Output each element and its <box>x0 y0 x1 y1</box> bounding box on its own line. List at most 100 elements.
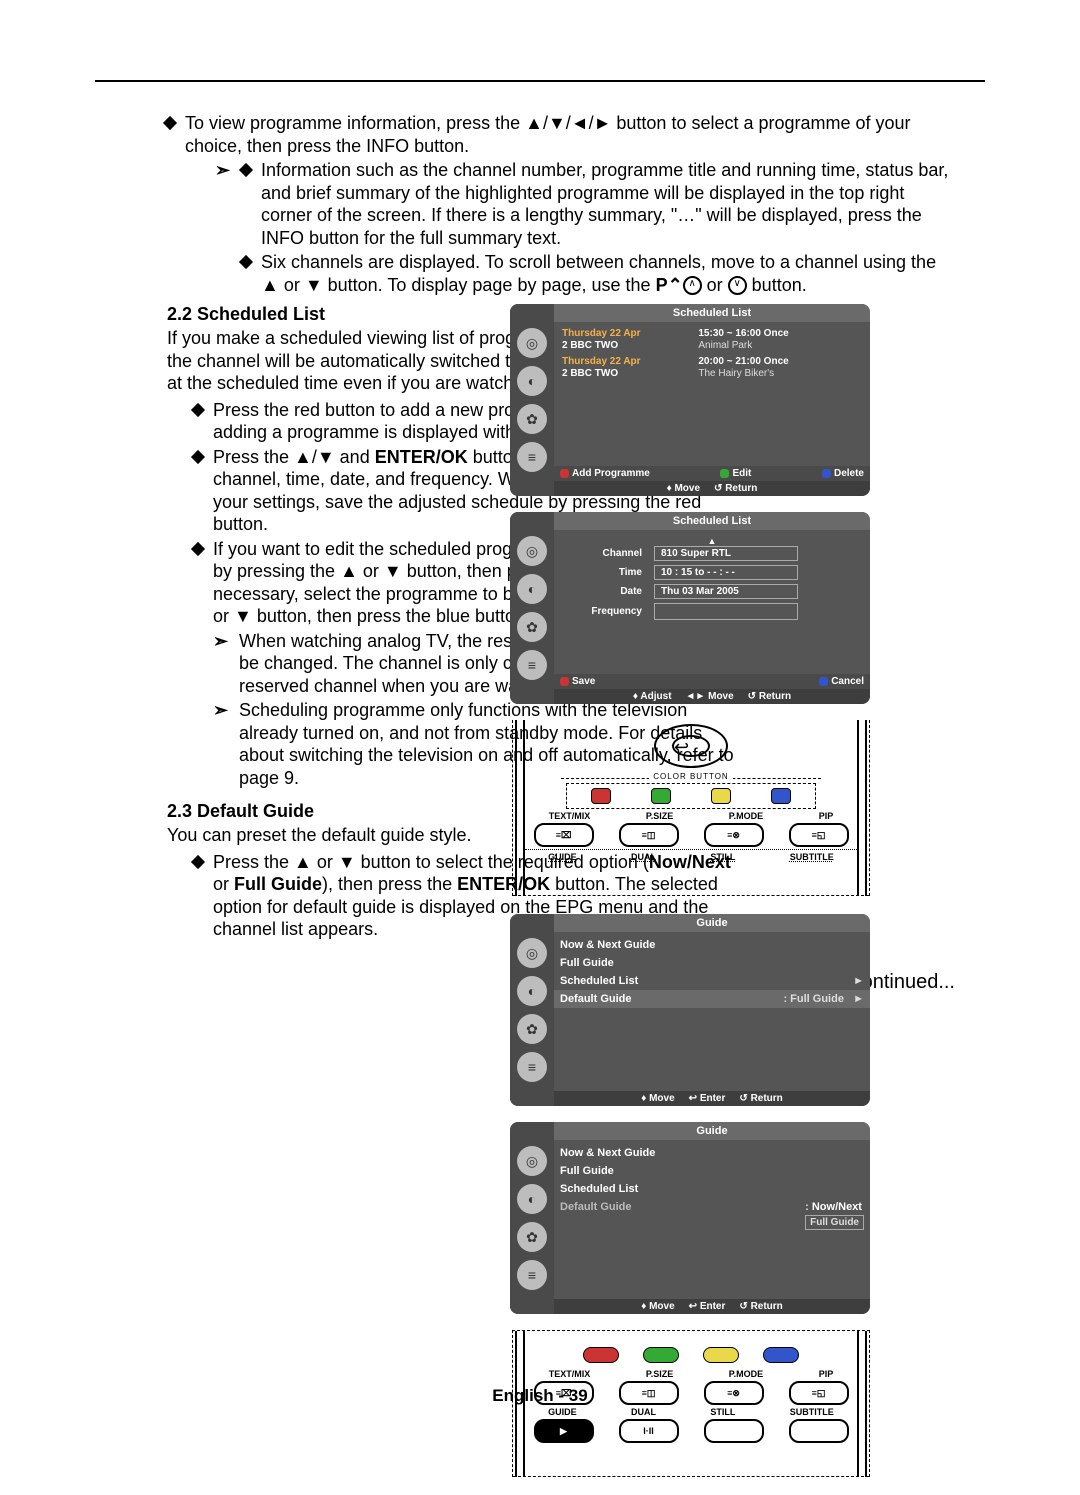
enter-label: Enter <box>700 1093 726 1104</box>
panel-title: Scheduled List <box>554 512 870 530</box>
return-label: Return <box>751 1301 783 1312</box>
guide-panel-1: ◎ ◐ ✿ ≡ Guide Now & Next Guide Full Guid… <box>510 914 870 1106</box>
default-guide-item: Default Guide <box>560 1201 632 1213</box>
remote-psize-button: ≡◫ <box>619 823 679 847</box>
date-value: Thu 03 Mar 2005 <box>654 584 798 599</box>
row0-day: Thursday 22 Apr <box>562 328 641 339</box>
date-label: Date <box>562 586 654 597</box>
sidebar-picture-icon: ◎ <box>517 938 547 968</box>
sidebar-sound-icon: ◐ <box>517 976 547 1006</box>
scheduled-list-edit-panel: ◎ ◐ ✿ ≡ Scheduled List ▲ Channel810 Supe… <box>510 512 870 704</box>
frequency-value <box>654 603 798 620</box>
dpad-ring-icon: ↩ <box>654 724 728 768</box>
sidebar-channel-icon: ✿ <box>517 1014 547 1044</box>
move-label: Move <box>649 1301 675 1312</box>
scroll-up-icon: ▲ <box>562 536 862 546</box>
remote-green-button <box>643 1347 679 1363</box>
row1-ch: 2 BBC TWO <box>562 368 618 379</box>
save-label: Save <box>572 676 595 687</box>
scheduled-list-item: Scheduled List <box>560 1183 638 1195</box>
row0-time: 15:30 ~ 16:00 Once <box>698 328 788 339</box>
remote-pip-label: PIP <box>819 1369 834 1379</box>
remote-still-button <box>704 1419 764 1443</box>
intro-sub1: Information such as the channel number, … <box>261 159 955 249</box>
move-label: Move <box>708 691 734 702</box>
delete-label: Delete <box>834 468 864 479</box>
remote-subtitle-label: SUBTITLE <box>790 1407 834 1417</box>
bullet-diamond-icon <box>191 449 205 463</box>
row1-time: 20:00 ~ 21:00 Once <box>698 356 788 367</box>
time-value: 10 : 15 to - - : - - <box>654 565 798 580</box>
option-full-guide: Full Guide <box>805 1215 864 1230</box>
remote-green-button <box>651 788 671 804</box>
return-label: Return <box>759 691 791 702</box>
red-dot-icon <box>560 677 569 686</box>
remote-pip-button: ≡◱ <box>789 823 849 847</box>
sidebar-picture-icon: ◎ <box>517 1146 547 1176</box>
remote-still-label: STILL <box>710 852 735 862</box>
remote-yellow-button <box>711 788 731 804</box>
sidebar-sound-icon: ◐ <box>517 366 547 396</box>
frequency-label: Frequency <box>562 606 654 617</box>
sidebar-setup-icon: ≡ <box>517 1260 547 1290</box>
remote-pip-label: PIP <box>819 811 834 821</box>
remote-dual-label: DUAL <box>631 1407 656 1417</box>
top-rule <box>95 80 985 82</box>
panel-title: Scheduled List <box>554 304 870 322</box>
sidebar-setup-icon: ≡ <box>517 1052 547 1082</box>
scheduled-list-panel: ◎ ◐ ✿ ≡ Scheduled List Thursday 22 Apr 2… <box>510 304 870 496</box>
guide-panel-2: ◎ ◐ ✿ ≡ Guide Now & Next Guide Full Guid… <box>510 1122 870 1314</box>
remote-pmode-label: P.MODE <box>729 1369 763 1379</box>
remote-still-label: STILL <box>710 1407 735 1417</box>
row0-prog: Animal Park <box>698 340 752 351</box>
full-guide-item: Full Guide <box>560 1165 614 1177</box>
bullet-diamond-icon <box>239 163 253 177</box>
channel-value: 810 Super RTL <box>654 546 798 561</box>
sidebar-sound-icon: ◐ <box>517 1184 547 1214</box>
remote-dual-button: I·II <box>619 1419 679 1443</box>
sidebar-setup-icon: ≡ <box>517 442 547 472</box>
remote-red-button <box>583 1347 619 1363</box>
sidebar-channel-icon: ✿ <box>517 612 547 642</box>
channel-label: Channel <box>562 548 654 559</box>
adjust-label: Adjust <box>640 691 671 702</box>
return-label: Return <box>751 1093 783 1104</box>
move-label: Move <box>674 483 700 494</box>
remote-guide-label: GUIDE <box>548 1407 577 1417</box>
sidebar-sound-icon: ◐ <box>517 574 547 604</box>
default-guide-value: : Full Guide <box>783 993 844 1005</box>
remote-textmix-label: TEXT/MIX <box>549 811 591 821</box>
bullet-diamond-icon <box>191 854 205 868</box>
move-label: Move <box>649 1093 675 1104</box>
remote-guide-button: ▶ <box>534 1419 594 1443</box>
edit-label: Edit <box>732 468 751 479</box>
remote-red-button <box>591 788 611 804</box>
default-guide-item: Default Guide <box>560 993 632 1005</box>
now-next-guide-item: Now & Next Guide <box>560 1147 655 1159</box>
remote-blue-button <box>771 788 791 804</box>
remote-dual-label: DUAL <box>631 852 656 862</box>
sidebar-setup-icon: ≡ <box>517 650 547 680</box>
blue-dot-icon <box>819 677 828 686</box>
page-footer: English - 39 <box>0 1386 1080 1406</box>
option-now-next: Now/Next <box>812 1201 862 1213</box>
bullet-diamond-icon <box>191 541 205 555</box>
remote-blue-button <box>763 1347 799 1363</box>
row1-day: Thursday 22 Apr <box>562 356 641 367</box>
remote-subtitle-button <box>789 1419 849 1443</box>
bullet-diamond-icon <box>191 402 205 416</box>
note-arrow-icon: ➣ <box>213 630 239 698</box>
chevron-right-icon: ► <box>853 975 864 987</box>
panel-title: Guide <box>554 1122 870 1140</box>
full-guide-item: Full Guide <box>560 957 614 969</box>
green-dot-icon <box>720 469 729 478</box>
row1-prog: The Hairy Biker's <box>698 368 774 379</box>
now-next-guide-item: Now & Next Guide <box>560 939 655 951</box>
sidebar-picture-icon: ◎ <box>517 536 547 566</box>
remote-pmode-label: P.MODE <box>729 811 763 821</box>
return-label: Return <box>725 483 757 494</box>
remote-textmix-button: ≡⌧ <box>534 823 594 847</box>
remote-psize-label: P.SIZE <box>646 1369 673 1379</box>
blue-dot-icon <box>822 469 831 478</box>
intro-sub2: Six channels are displayed. To scroll be… <box>261 251 955 296</box>
